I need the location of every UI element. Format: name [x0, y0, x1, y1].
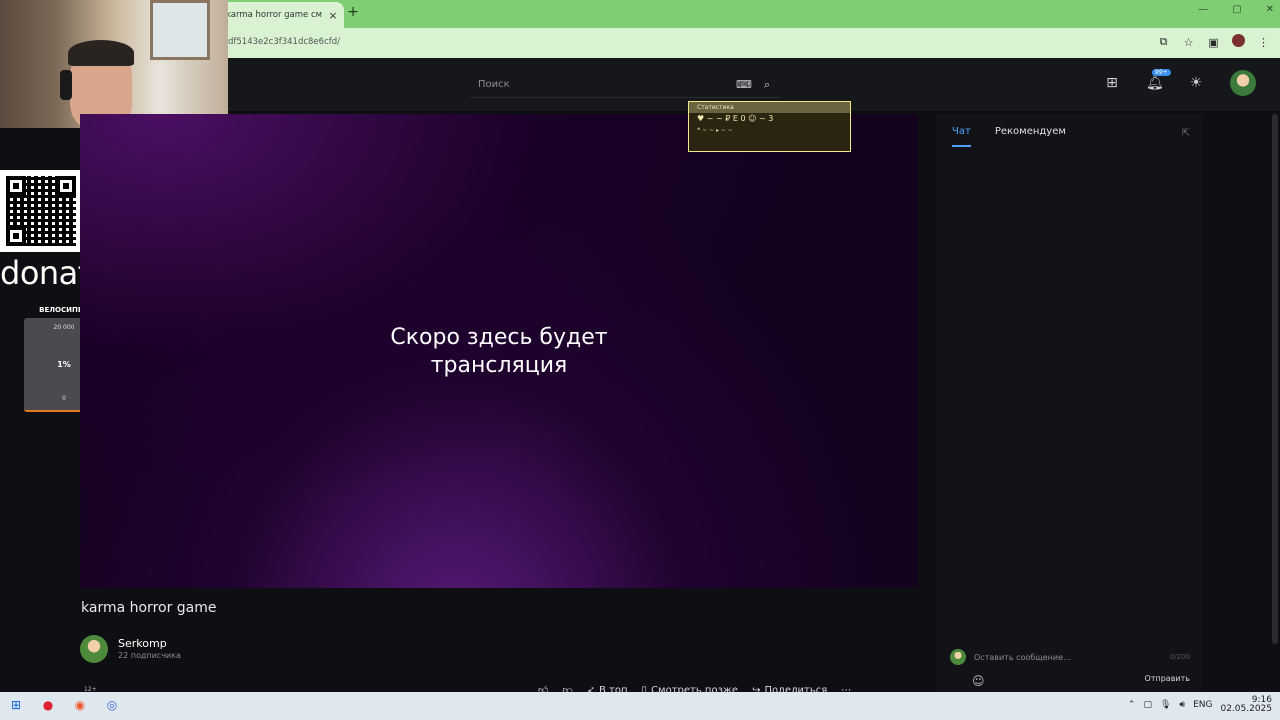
- chat-char-count: 0/200: [1169, 653, 1190, 661]
- qr-corner: [6, 176, 26, 196]
- avatar[interactable]: [1230, 70, 1256, 96]
- stats-line: ❝ ~ ~ ▸ ~ ~: [697, 127, 733, 134]
- emoji-icon[interactable]: ☺: [972, 674, 985, 688]
- search-icons: ⌨ ⌕: [736, 78, 780, 92]
- clock-date: 02.05.2025: [1220, 704, 1272, 714]
- taskbar-apps: ⊞ ● ◉ ◎: [8, 697, 120, 713]
- channel-avatar[interactable]: [80, 635, 108, 663]
- stream-placeholder-message: Скоро здесь будет трансляция: [80, 324, 918, 380]
- stats-overlay: Статистика ♥ ~ ~ ₽ E 0 ☺ ~ 3 ❝ ~ ~ ▸ ~ ~: [688, 101, 851, 152]
- webcam-headphones: [60, 70, 72, 100]
- windows-taskbar: ⊞ ● ◉ ◎ ⌃ ▢ 🎙︎ 🔊︎ ENG 9:16 02.05.2025: [0, 692, 1280, 720]
- browser-tab[interactable]: karma horror game смотр ×: [220, 2, 344, 28]
- tray-icon[interactable]: ▢: [1143, 700, 1152, 710]
- keyboard-icon[interactable]: ⌨: [736, 78, 752, 92]
- star-icon[interactable]: ☆: [1182, 36, 1195, 49]
- theme-toggle-icon[interactable]: ☀: [1188, 75, 1204, 91]
- search-input[interactable]: Поиск: [470, 79, 736, 90]
- qr-pattern: [6, 176, 76, 246]
- tab-chat[interactable]: Чат: [952, 126, 971, 147]
- chrome-icon[interactable]: ◉: [72, 697, 88, 713]
- donat-label: donat: [0, 254, 90, 292]
- app-icon[interactable]: ●: [40, 697, 56, 713]
- maximize-button[interactable]: ▢: [1232, 4, 1241, 15]
- qr-corner: [6, 226, 26, 246]
- stats-line: ♥ ~ ~ ₽ E 0 ☺ ~ 3: [697, 114, 774, 123]
- search-box[interactable]: Поиск ⌨ ⌕: [470, 72, 780, 98]
- video-player[interactable]: Скоро здесь будет трансляция: [80, 114, 918, 588]
- menu-icon[interactable]: ⋮: [1257, 36, 1270, 49]
- video-title: karma horror game: [81, 600, 217, 616]
- windows-start-icon[interactable]: ⊞: [8, 697, 24, 713]
- mic-icon[interactable]: 🎙︎: [1160, 700, 1171, 710]
- stats-header: Статистика: [689, 102, 850, 113]
- channel-subscribers: 22 подписчика: [118, 651, 181, 660]
- stream-message-line1: Скоро здесь будет: [390, 325, 608, 350]
- new-tab-button[interactable]: +: [346, 4, 360, 20]
- profile-icon[interactable]: [1232, 34, 1245, 50]
- open-in-app-icon[interactable]: ⧉: [1157, 35, 1170, 49]
- notification-badge: 99+: [1152, 69, 1171, 76]
- notifications-icon[interactable]: 🔔︎ 99+: [1146, 69, 1171, 91]
- channel-name[interactable]: Serkomp: [118, 637, 167, 650]
- chat-panel: Чат Рекомендуем ⇱ Оставить сообщение... …: [936, 114, 1202, 692]
- chat-tabs: Чат Рекомендуем: [952, 126, 1066, 147]
- chat-message-input[interactable]: Оставить сообщение...: [974, 653, 1162, 662]
- chevron-up-icon[interactable]: ⌃: [1128, 700, 1136, 710]
- webcam-window-bg: [150, 0, 210, 60]
- volume-icon[interactable]: 🔊︎: [1179, 700, 1185, 710]
- avatar: [950, 649, 966, 665]
- upload-icon[interactable]: ⊞: [1104, 75, 1120, 91]
- page-scrollbar[interactable]: [1272, 114, 1278, 644]
- screen: karma horror game смотр × + — ▢ ✕ df5143…: [0, 0, 1280, 720]
- close-icon[interactable]: ×: [328, 9, 338, 22]
- address-bar-icons: ⧉ ☆ ▣ ⋮: [1157, 34, 1270, 50]
- extensions-icon[interactable]: ▣: [1207, 36, 1220, 49]
- webcam-hair: [68, 40, 134, 66]
- window-controls: — ▢ ✕: [1198, 4, 1274, 15]
- close-window-button[interactable]: ✕: [1266, 4, 1274, 15]
- tab-recommended[interactable]: Рекомендуем: [995, 126, 1066, 147]
- url-field[interactable]: df5143e2c3f341dc8e6cfd/: [228, 37, 340, 47]
- search-icon[interactable]: ⌕: [764, 78, 770, 92]
- chat-input-row: Оставить сообщение... 0/200: [950, 646, 1190, 668]
- webcam-overlay: [0, 0, 228, 128]
- send-button[interactable]: Отправить: [1145, 674, 1190, 683]
- qr-corner: [56, 176, 76, 196]
- stream-message-line2: трансляция: [430, 353, 568, 378]
- system-tray: ⌃ ▢ 🎙︎ 🔊︎ ENG 9:16 02.05.2025: [1128, 696, 1272, 714]
- minimize-button[interactable]: —: [1198, 4, 1208, 15]
- donation-qr-code: [0, 170, 82, 252]
- popout-icon[interactable]: ⇱: [1182, 128, 1190, 139]
- language-indicator[interactable]: ENG: [1193, 700, 1212, 710]
- header-icons: ⊞ 🔔︎ 99+ ☀: [1104, 69, 1256, 96]
- clock[interactable]: 9:16 02.05.2025: [1220, 696, 1272, 714]
- app-icon[interactable]: ◎: [104, 697, 120, 713]
- browser-tab-title: karma horror game смотр: [226, 10, 322, 20]
